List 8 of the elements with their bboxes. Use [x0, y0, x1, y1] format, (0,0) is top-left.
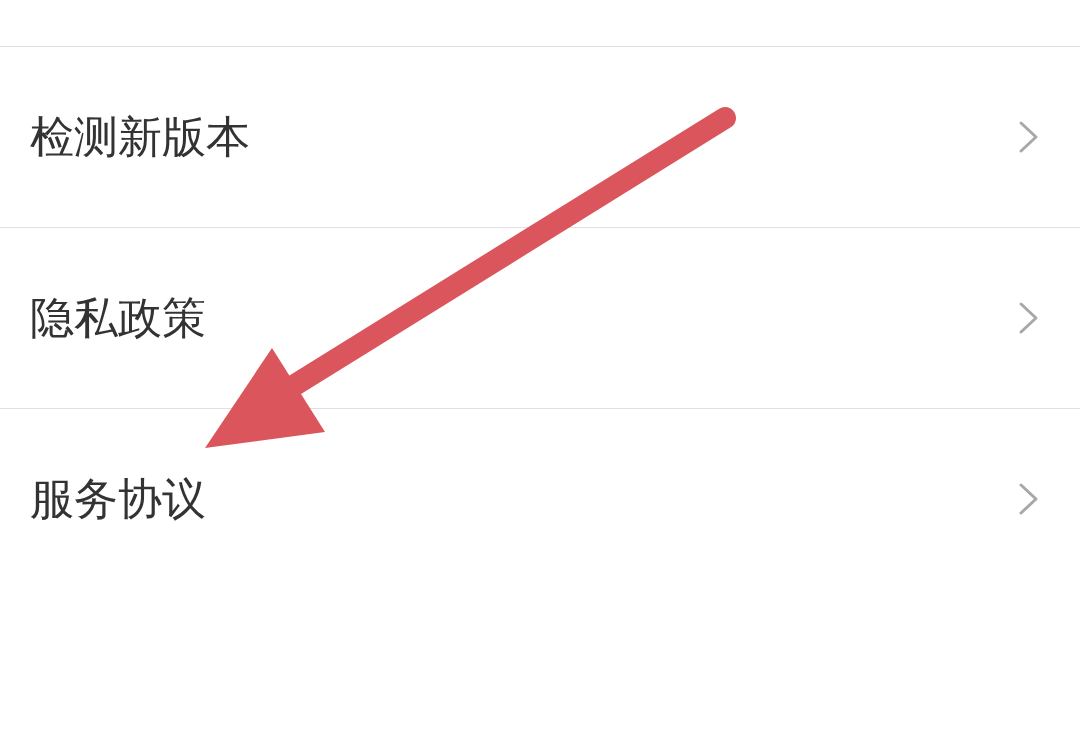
settings-item-label: 隐私政策: [30, 290, 206, 345]
settings-item-label: 检测新版本: [30, 109, 250, 164]
settings-item[interactable]: 检测新版本: [0, 47, 1080, 228]
settings-item-label: 服务协议: [30, 471, 206, 526]
chevron-right-icon: [1018, 301, 1040, 335]
chevron-right-icon: [1018, 482, 1040, 516]
settings-item[interactable]: 服务协议: [0, 409, 1080, 589]
chevron-right-icon: [1018, 120, 1040, 154]
